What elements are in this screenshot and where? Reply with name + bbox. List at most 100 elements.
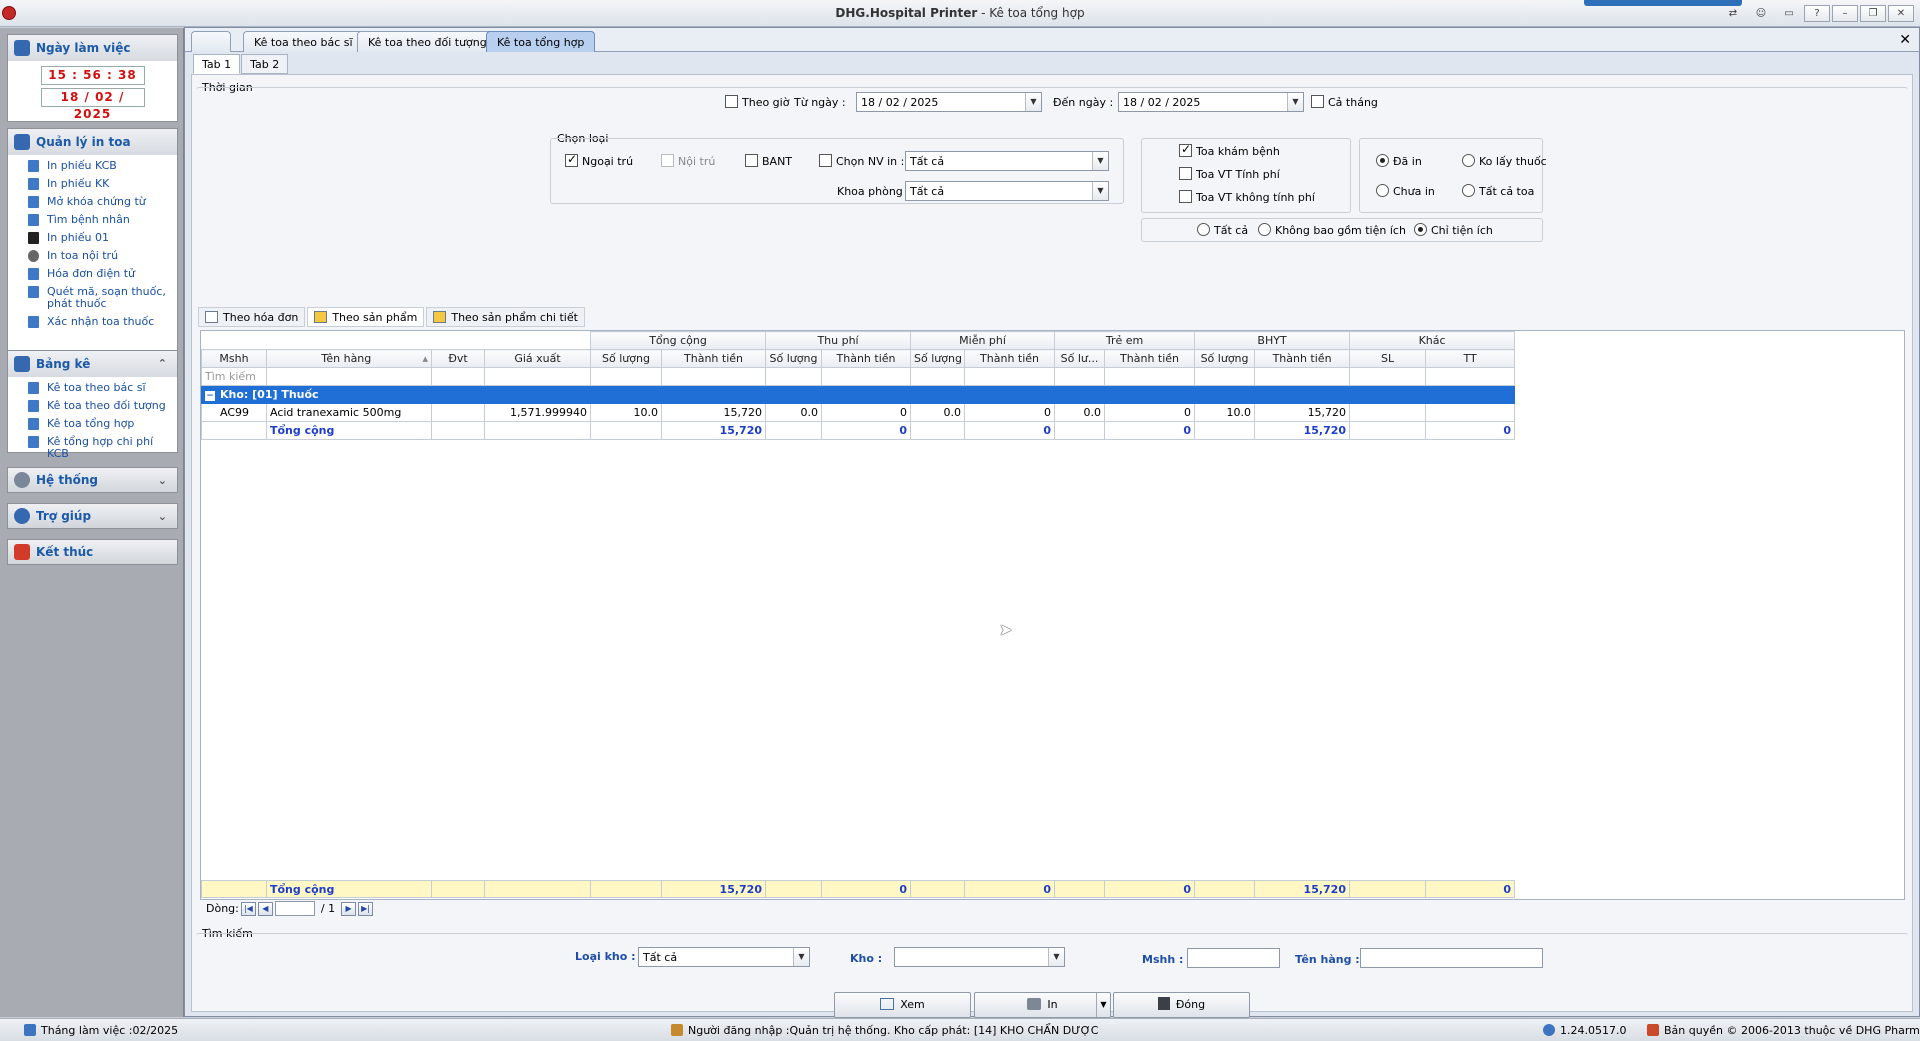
tab-ke-toa-bac-si[interactable]: Kê toa theo bác sĩ [243,31,364,52]
tab-ke-toa-doi-tuong[interactable]: Kê toa theo đối tượng [357,31,498,52]
tu-ngay-picker[interactable]: 18 / 02 / 2025 ▼ [856,92,1042,112]
loai-kho-select[interactable]: Tất cả ▼ [638,947,810,967]
col-header[interactable]: Giá xuất [484,349,591,368]
first-page-icon[interactable]: |◀ [240,901,256,916]
close-icon[interactable]: ✕ [1899,32,1911,48]
last-page-icon[interactable]: ▶| [358,901,374,916]
dropdown-arrow-icon[interactable]: ▼ [1096,993,1110,1017]
tab-theo-san-pham[interactable]: Theo sản phẩm [307,307,425,327]
ca-thang-checkbox[interactable] [1311,95,1324,108]
filter-cell[interactable] [1054,367,1106,386]
chevron-down-icon[interactable]: ▼ [1092,182,1108,200]
table-row[interactable]: AC99 Acid tranexamic 500mg 1,571.999940 … [201,403,1516,422]
chevron-down-icon[interactable]: ⌄ [158,510,167,523]
tab-1[interactable]: Tab 1 [193,54,241,74]
sidebar-item-in-phieu-kcb[interactable]: In phiếu KCB [8,157,177,175]
chevron-down-icon[interactable]: ▼ [793,948,809,966]
xem-button[interactable]: Xem [834,992,971,1018]
tab-2[interactable]: Tab 2 [241,54,289,74]
chua-in-radio[interactable] [1376,184,1389,197]
ten-hang-input[interactable] [1360,948,1543,968]
filter-cell[interactable]: Tìm kiếm [201,367,267,386]
workday-header[interactable]: Ngày làm việc [8,35,177,61]
toa-kham-benh-checkbox[interactable] [1179,142,1192,157]
filter-cell[interactable] [1104,367,1196,386]
filter-cell[interactable] [484,367,591,386]
khong-bao-gom-radio[interactable] [1258,223,1271,236]
filter-cell[interactable] [431,367,485,386]
filter-cell[interactable] [765,367,823,386]
toa-vt-tinh-phi-checkbox[interactable] [1179,167,1192,180]
filter-cell[interactable] [266,367,432,386]
users-icon[interactable]: ☺ [1748,5,1774,22]
filter-cell[interactable] [964,367,1056,386]
col-header[interactable]: Số lượng [765,349,823,368]
col-header[interactable]: Mshh [201,349,267,368]
chevron-down-icon[interactable]: ⌄ [158,474,167,487]
next-page-icon[interactable]: ▶ [341,901,357,916]
khoa-phong-select[interactable]: Tất cả ▼ [905,181,1109,201]
col-header[interactable]: Thành tiền [660,349,767,368]
group-row[interactable]: − Kho: [01] Thuốc [200,385,1516,404]
filter-cell[interactable] [821,367,912,386]
tat-ca-radio[interactable] [1197,223,1210,236]
col-header[interactable]: Thành tiền [1104,349,1196,368]
close-button[interactable]: ✕ [1888,5,1914,22]
col-header[interactable]: Thành tiền [821,349,912,368]
help-panel[interactable]: Trợ giúp ⌄ [7,503,178,529]
exit-panel[interactable]: Kết thúc [7,539,178,565]
kho-select[interactable]: ▼ [894,947,1065,967]
chi-tien-ich-radio[interactable] [1414,223,1427,236]
collapse-icon[interactable]: − [205,391,215,401]
col-header[interactable]: Số lượng [590,349,662,368]
sidebar-item-quet-ma[interactable]: Quét mã, soạn thuốc, phát thuốc [8,283,177,313]
in-button[interactable]: In ▼ [974,992,1111,1018]
prev-page-icon[interactable]: ◀ [257,901,273,916]
minimize-button[interactable]: – [1832,5,1858,22]
network-icon[interactable]: ⇄ [1720,5,1746,22]
col-header[interactable]: Số lư... [1054,349,1106,368]
ko-lay-thuoc-radio[interactable] [1462,154,1475,167]
sidebar-item-hoa-don[interactable]: Hóa đơn điện tử [8,265,177,283]
toa-vt-khong-tinh-phi-checkbox[interactable] [1179,190,1192,203]
filter-cell[interactable] [590,367,662,386]
tab-blank[interactable] [191,31,231,52]
col-header[interactable]: Đvt [431,349,485,368]
help-button[interactable]: ? [1804,5,1830,22]
report-header[interactable]: Bảng kê ⌃ [8,351,177,377]
bant-checkbox[interactable] [745,154,758,167]
sidebar-item-ke-toa-bac-si[interactable]: Kê toa theo bác sĩ [8,379,177,397]
dong-button[interactable]: Đóng [1113,992,1250,1018]
mshh-input[interactable] [1187,948,1280,968]
tab-ke-toa-tong-hop[interactable]: Kê toa tổng hợp [486,31,596,52]
filter-row[interactable]: Tìm kiếm [201,367,1516,386]
chevron-down-icon[interactable]: ▼ [1092,152,1108,170]
sidebar-item-ke-toa-doi-tuong[interactable]: Kê toa theo đối tượng [8,397,177,415]
chevron-up-icon[interactable]: ⌃ [158,357,167,370]
den-ngay-picker[interactable]: 18 / 02 / 2025 ▼ [1118,92,1304,112]
filter-cell[interactable] [660,367,767,386]
col-header[interactable]: SL [1349,349,1427,368]
page-input[interactable] [274,901,315,916]
noi-tru-checkbox[interactable] [661,154,674,167]
system-panel[interactable]: Hệ thống ⌄ [7,467,178,493]
ngoai-tru-checkbox[interactable] [565,152,578,167]
sidebar-item-in-toa-noi-tru[interactable]: In toa nội trú [8,247,177,265]
col-header[interactable]: Thành tiền [964,349,1056,368]
sidebar-item-in-phieu-kk[interactable]: In phiếu KK [8,175,177,193]
col-header[interactable]: Số lượng [910,349,966,368]
filter-cell[interactable] [1254,367,1351,386]
tat-ca-toa-radio[interactable] [1462,184,1475,197]
sidebar-item-xac-nhan[interactable]: Xác nhận toa thuốc [8,313,177,331]
col-header[interactable]: Tên hàng ▴ [266,349,432,368]
sidebar-item-ke-toa-tong-hop[interactable]: Kê toa tổng hợp [8,415,177,433]
tab-theo-san-pham-chi-tiet[interactable]: Theo sản phẩm chi tiết [426,307,585,327]
print-mgmt-header[interactable]: Quản lý in toa [8,129,177,155]
col-header[interactable]: TT [1425,349,1516,368]
filter-cell[interactable] [910,367,966,386]
da-in-radio[interactable] [1376,154,1389,167]
filter-cell[interactable] [1349,367,1427,386]
chevron-down-icon[interactable]: ▼ [1287,93,1303,111]
chon-nv-checkbox[interactable] [819,154,832,167]
window-icon[interactable]: ▭ [1776,5,1802,22]
